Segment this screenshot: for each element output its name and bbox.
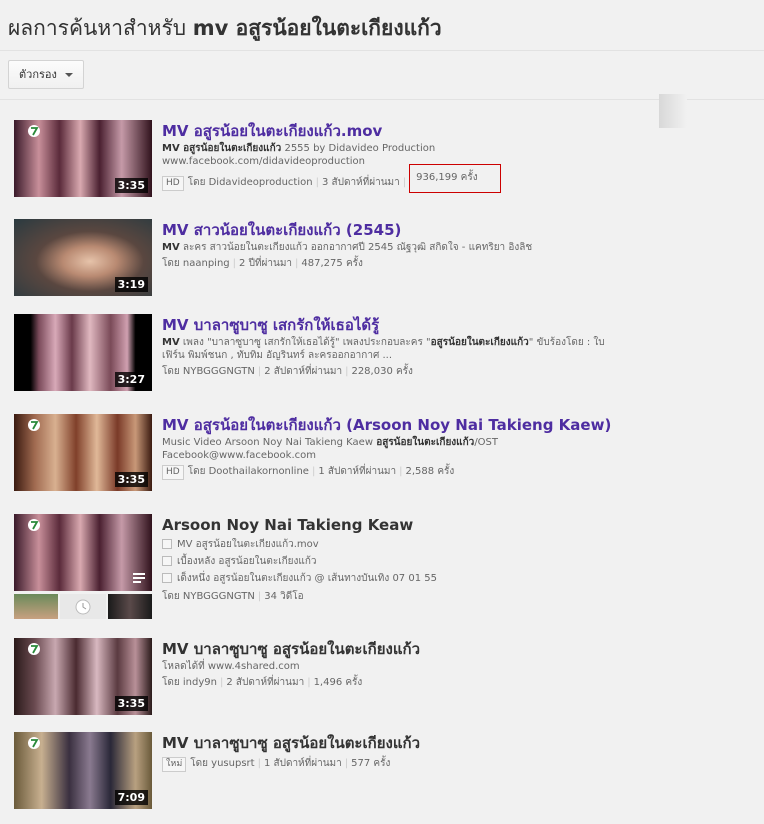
channel-logo-icon bbox=[28, 125, 40, 137]
author-link[interactable]: NYBGGGNGTN bbox=[183, 591, 255, 602]
upload-age: 3 สัปดาห์ที่ผ่านมา bbox=[321, 177, 400, 188]
video-square-icon bbox=[162, 573, 172, 583]
author-link[interactable]: indy9n bbox=[183, 677, 217, 688]
video-duration: 3:19 bbox=[114, 277, 148, 292]
playlist-thumbnail[interactable] bbox=[14, 514, 152, 591]
playlist-video-entry[interactable]: เด็งหนึ่ง อสูรน้อยในตะเกียงแก้ว @ เส้นทา… bbox=[162, 570, 642, 587]
author-link[interactable]: Didavideoproduction bbox=[209, 177, 313, 188]
channel-logo-icon bbox=[28, 419, 40, 431]
video-description: Music Video Arsoon Noy Nai Takieng Kaew … bbox=[162, 437, 499, 461]
video-title-link[interactable]: MV สาวน้อยในตะเกียงแก้ว (2545) bbox=[162, 219, 642, 241]
video-meta: โดย naanping | 2 ปีที่ผ่านมา | 487,275 ครั้ง bbox=[162, 258, 363, 269]
video-meta: โดย NYBGGGNGTN | 2 สัปดาห์ที่ผ่านมา | 228,03… bbox=[162, 366, 413, 377]
author-link[interactable]: Doothailakornonline bbox=[209, 466, 309, 477]
video-square-icon bbox=[162, 539, 172, 549]
video-duration: 3:35 bbox=[114, 696, 148, 711]
playlist-title-link[interactable]: Arsoon Noy Nai Takieng Keaw bbox=[162, 514, 642, 536]
search-query: mv อสูรน้อยในตะเกียงแก้ว bbox=[192, 16, 442, 40]
view-count: 487,275 ครั้ง bbox=[301, 258, 363, 269]
video-title-link[interactable]: MV บาลาซูบาซู อสูรน้อยในตะเกียงแก้ว bbox=[162, 638, 642, 660]
page-title: ผลการค้นหาสำหรับ mv อสูรน้อยในตะเกียงแก้… bbox=[8, 16, 442, 40]
new-badge: ใหม่ bbox=[162, 757, 187, 772]
view-count: 1,496 ครั้ง bbox=[313, 677, 363, 688]
video-duration: 3:35 bbox=[114, 472, 148, 487]
video-thumbnail[interactable]: 3:27 bbox=[14, 314, 152, 391]
video-description: MV ละคร สาวน้อยในตะเกียงแก้ว ออกอากาศปี … bbox=[162, 242, 533, 253]
upload-age: 2 สัปดาห์ที่ผ่านมา bbox=[226, 677, 305, 688]
video-duration: 3:27 bbox=[114, 372, 148, 387]
video-description: MV เพลง "บาลาซูบาซู เสกรักให้เธอได้รู้" … bbox=[162, 337, 605, 361]
view-count: 228,030 ครั้ง bbox=[351, 366, 413, 377]
video-count: 34 วิดีโอ bbox=[264, 591, 304, 602]
video-thumbnail[interactable]: 3:35 bbox=[14, 120, 152, 197]
video-meta: ใหม่ โดย yusupsrt | 1 สัปดาห์ที่ผ่านมา | 577 … bbox=[162, 757, 642, 772]
view-count: 2,588 ครั้ง bbox=[405, 466, 455, 477]
upload-age: 2 สัปดาห์ที่ผ่านมา bbox=[264, 366, 343, 377]
playlist-mini-thumbnail[interactable] bbox=[14, 594, 58, 619]
channel-logo-icon bbox=[28, 737, 40, 749]
chevron-down-icon bbox=[64, 73, 73, 77]
video-meta: โดย indy9n | 2 สัปดาห์ที่ผ่านมา | 1,496 ครั้… bbox=[162, 677, 363, 688]
video-description: โหลดได้ที่ www.4shared.com bbox=[162, 661, 300, 672]
playlist-mini-thumbnail[interactable] bbox=[60, 594, 106, 619]
author-link[interactable]: naanping bbox=[183, 258, 230, 269]
video-title-link[interactable]: MV อสูรน้อยในตะเกียงแก้ว.mov bbox=[162, 120, 642, 142]
scrollbar[interactable] bbox=[659, 94, 687, 128]
video-square-icon bbox=[162, 556, 172, 566]
video-duration: 3:35 bbox=[114, 178, 148, 193]
upload-age: 1 สัปดาห์ที่ผ่านมา bbox=[318, 466, 397, 477]
author-link[interactable]: NYBGGGNGTN bbox=[183, 366, 255, 377]
video-thumbnail[interactable]: 3:19 bbox=[14, 219, 152, 296]
playlist-video-entry[interactable]: MV อสูรน้อยในตะเกียงแก้ว.mov bbox=[162, 536, 642, 553]
playlist-mini-thumbnail[interactable] bbox=[108, 594, 152, 619]
view-count: 577 ครั้ง bbox=[351, 758, 391, 769]
upload-age: 2 ปีที่ผ่านมา bbox=[239, 258, 293, 269]
playlist-meta: โดย NYBGGGNGTN | 34 วิดีโอ bbox=[162, 591, 304, 602]
video-description: MV อสูรน้อยในตะเกียงแก้ว 2555 by Didavid… bbox=[162, 143, 436, 167]
filter-bar: ตัวกรอง bbox=[0, 50, 764, 100]
video-title-link[interactable]: MV อสูรน้อยในตะเกียงแก้ว (Arsoon Noy Nai… bbox=[162, 414, 642, 436]
playlist-video-entry[interactable]: เบื้องหลัง อสูรน้อยในตะเกียงแก้ว bbox=[162, 553, 642, 570]
playlist-icon bbox=[133, 573, 145, 583]
video-title-link[interactable]: MV บาลาซูบาซู เสกรักให้เธอได้รู้ bbox=[162, 314, 642, 336]
upload-age: 1 สัปดาห์ที่ผ่านมา bbox=[263, 758, 342, 769]
view-count: 936,199 ครั้ง bbox=[416, 172, 478, 183]
video-thumbnail[interactable]: 3:35 bbox=[14, 638, 152, 715]
video-meta: HD โดย Doothailakornonline | 1 สัปดาห์ที่ผ่… bbox=[162, 465, 642, 480]
hd-badge: HD bbox=[162, 176, 184, 191]
video-thumbnail[interactable]: 3:35 bbox=[14, 414, 152, 491]
video-meta: HD โดย Didavideoproduction | 3 สัปดาห์ที่ผ่… bbox=[162, 164, 642, 193]
filter-button[interactable]: ตัวกรอง bbox=[8, 60, 84, 89]
channel-logo-icon bbox=[28, 643, 40, 655]
video-thumbnail[interactable]: 7:09 bbox=[14, 732, 152, 809]
author-link[interactable]: yusupsrt bbox=[211, 758, 254, 769]
playlist-videos: MV อสูรน้อยในตะเกียงแก้ว.mov เบื้องหลัง … bbox=[162, 536, 642, 587]
video-duration: 7:09 bbox=[114, 790, 148, 805]
video-title-link[interactable]: MV บาลาซูบาซู อสูรน้อยในตะเกียงแก้ว bbox=[162, 732, 642, 754]
clock-icon bbox=[75, 599, 91, 615]
view-count-highlight: 936,199 ครั้ง bbox=[409, 164, 501, 193]
channel-logo-icon bbox=[28, 519, 40, 531]
hd-badge: HD bbox=[162, 465, 184, 480]
